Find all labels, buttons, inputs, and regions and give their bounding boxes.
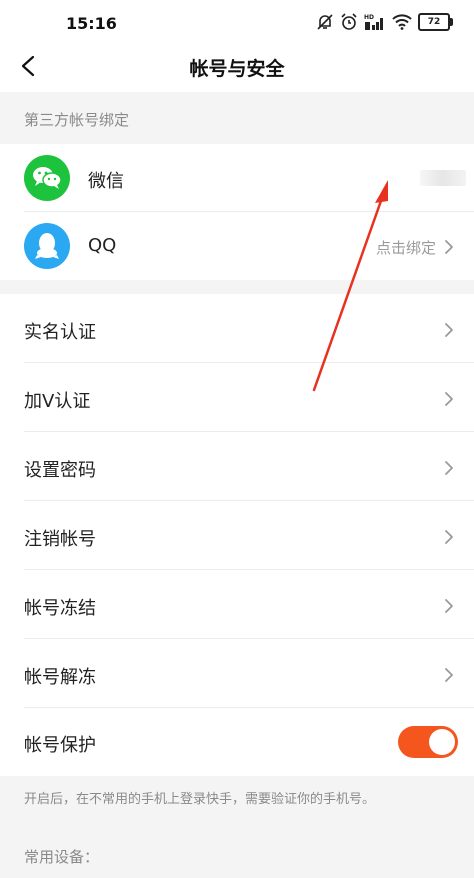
qq-bind-action[interactable]: 点击绑定 bbox=[376, 237, 436, 258]
section-header-text: 第三方帐号绑定 bbox=[24, 111, 130, 129]
qq-binding-row[interactable]: QQ 点击绑定 bbox=[0, 212, 474, 280]
account-protection-toggle[interactable] bbox=[398, 726, 458, 758]
common-devices-header: 常用设备： bbox=[0, 816, 474, 878]
freeze-account-row[interactable]: 帐号冻结 bbox=[0, 570, 474, 639]
section-gap bbox=[0, 280, 474, 294]
row-label: 帐号解冻 bbox=[24, 667, 96, 688]
cancel-account-row[interactable]: 注销帐号 bbox=[0, 501, 474, 570]
qq-icon bbox=[24, 223, 70, 269]
battery-level: 72 bbox=[427, 17, 441, 27]
svg-text:HD: HD bbox=[364, 14, 374, 21]
protection-hint-text: 开启后，在不常用的手机上登录快手，需要验证你的手机号。 bbox=[24, 792, 376, 807]
chevron-right-icon bbox=[442, 391, 456, 406]
alarm-icon bbox=[340, 13, 358, 31]
chevron-right-icon bbox=[442, 322, 456, 337]
row-label: 帐号保护 bbox=[24, 735, 96, 756]
row-label: 设置密码 bbox=[24, 460, 96, 481]
status-bar: 15:16 HD 72 bbox=[0, 0, 474, 44]
v-verification-row[interactable]: 加V认证 bbox=[0, 363, 474, 432]
section-header-text: 常用设备： bbox=[24, 848, 100, 866]
status-icons: HD 72 bbox=[316, 13, 453, 31]
chevron-right-icon bbox=[442, 598, 456, 613]
hd-signal-icon: HD bbox=[364, 13, 386, 31]
protection-hint: 开启后，在不常用的手机上登录快手，需要验证你的手机号。 bbox=[0, 776, 474, 816]
set-password-row[interactable]: 设置密码 bbox=[0, 432, 474, 501]
chevron-right-icon bbox=[442, 529, 456, 544]
wifi-icon bbox=[392, 14, 412, 30]
wechat-icon bbox=[24, 155, 70, 201]
status-time: 15:16 bbox=[66, 14, 117, 33]
account-protection-row: 帐号保护 bbox=[0, 708, 474, 776]
row-label: 实名认证 bbox=[24, 322, 96, 343]
wechat-label: 微信 bbox=[88, 171, 124, 192]
chevron-right-icon bbox=[442, 460, 456, 475]
row-label: 帐号冻结 bbox=[24, 598, 96, 619]
toggle-knob bbox=[429, 729, 455, 755]
chevron-right-icon bbox=[442, 239, 456, 254]
navigation-bar: 帐号与安全 bbox=[0, 44, 474, 92]
row-label: 注销帐号 bbox=[24, 529, 96, 550]
unfreeze-account-row[interactable]: 帐号解冻 bbox=[0, 639, 474, 708]
third-party-section-header: 第三方帐号绑定 bbox=[0, 92, 474, 144]
page-title: 帐号与安全 bbox=[189, 58, 285, 80]
row-label: 加V认证 bbox=[24, 391, 91, 412]
wechat-binding-row[interactable]: 微信 bbox=[0, 144, 474, 212]
real-name-verification-row[interactable]: 实名认证 bbox=[0, 294, 474, 363]
mute-bell-icon bbox=[316, 13, 334, 31]
battery-icon: 72 bbox=[418, 13, 453, 31]
wechat-bound-value-redacted bbox=[420, 170, 466, 186]
chevron-right-icon bbox=[442, 667, 456, 682]
qq-label: QQ bbox=[88, 235, 117, 256]
